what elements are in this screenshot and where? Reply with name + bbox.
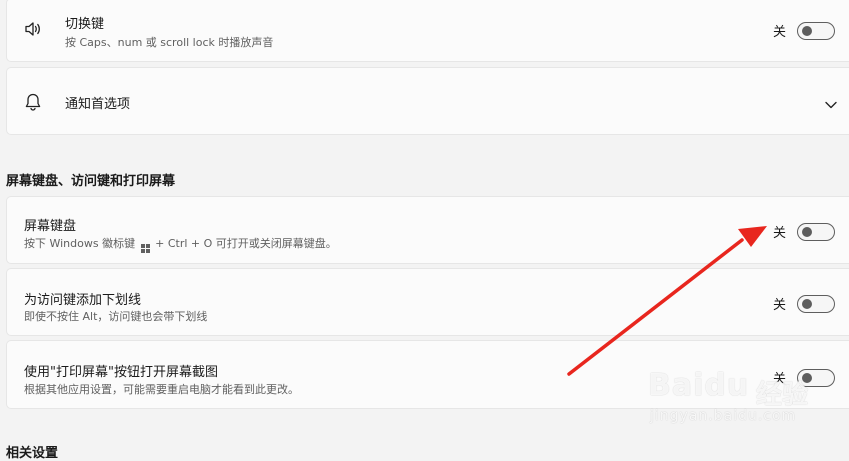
- onscreen-keyboard-desc-suffix: + Ctrl + O 可打开或关闭屏幕键盘。: [155, 237, 337, 250]
- onscreen-keyboard-switch[interactable]: [797, 222, 835, 241]
- watermark-chinese: 经验: [756, 380, 809, 410]
- onscreen-keyboard-title: 屏幕键盘: [24, 219, 77, 234]
- windows-logo-icon: [140, 244, 150, 253]
- access-keys-title: 为访问键添加下划线: [24, 293, 142, 308]
- toggle-keys-card: 切换键 按 Caps、num 或 scroll lock 时播放声音 关: [6, 0, 849, 62]
- switch-knob: [802, 226, 812, 237]
- section-header: 屏幕键盘、访问键和打印屏幕: [6, 174, 176, 189]
- switch-knob: [802, 25, 812, 36]
- onscreen-keyboard-card: 屏幕键盘 按下 Windows 徽标键 + Ctrl + O 可打开或关闭屏幕键…: [6, 196, 849, 264]
- toggle-keys-description: 按 Caps、num 或 scroll lock 时播放声音: [65, 36, 274, 49]
- related-settings-header: 相关设置: [6, 446, 59, 461]
- access-keys-switch[interactable]: [797, 294, 835, 313]
- watermark-logo: Baidu: [648, 368, 750, 403]
- chevron-down-icon[interactable]: [824, 95, 838, 114]
- onscreen-keyboard-desc-prefix: 按下 Windows 徽标键: [24, 237, 136, 250]
- onscreen-keyboard-switch-group[interactable]: 关: [773, 222, 835, 241]
- print-screen-title: 使用"打印屏幕"按钮打开屏幕截图: [24, 365, 218, 380]
- access-keys-state-label: 关: [773, 298, 787, 313]
- speaker-icon: [23, 19, 43, 39]
- toggle-keys-state-label: 关: [773, 25, 787, 40]
- access-keys-switch-group[interactable]: 关: [773, 294, 835, 313]
- access-keys-card: 为访问键添加下划线 即使不按住 Alt，访问键也会带下划线 关: [6, 268, 849, 336]
- watermark-url: jingyan.baidu.com: [650, 408, 797, 424]
- toggle-keys-switch-group[interactable]: 关: [773, 21, 835, 40]
- toggle-keys-switch[interactable]: [797, 21, 835, 40]
- onscreen-keyboard-state-label: 关: [773, 226, 787, 241]
- baidu-watermark: Baidu 经验 jingyan.baidu.com: [648, 368, 808, 438]
- switch-knob: [802, 298, 812, 309]
- onscreen-keyboard-description: 按下 Windows 徽标键 + Ctrl + O 可打开或关闭屏幕键盘。: [24, 235, 337, 253]
- notification-preferences-card[interactable]: 通知首选项: [6, 67, 849, 135]
- bell-icon: [23, 92, 43, 112]
- toggle-keys-title: 切换键: [65, 17, 105, 32]
- print-screen-description: 根据其他应用设置，可能需要重启电脑才能看到此更改。: [24, 383, 299, 396]
- notification-preferences-title: 通知首选项: [65, 97, 131, 112]
- access-keys-description: 即使不按住 Alt，访问键也会带下划线: [24, 310, 208, 323]
